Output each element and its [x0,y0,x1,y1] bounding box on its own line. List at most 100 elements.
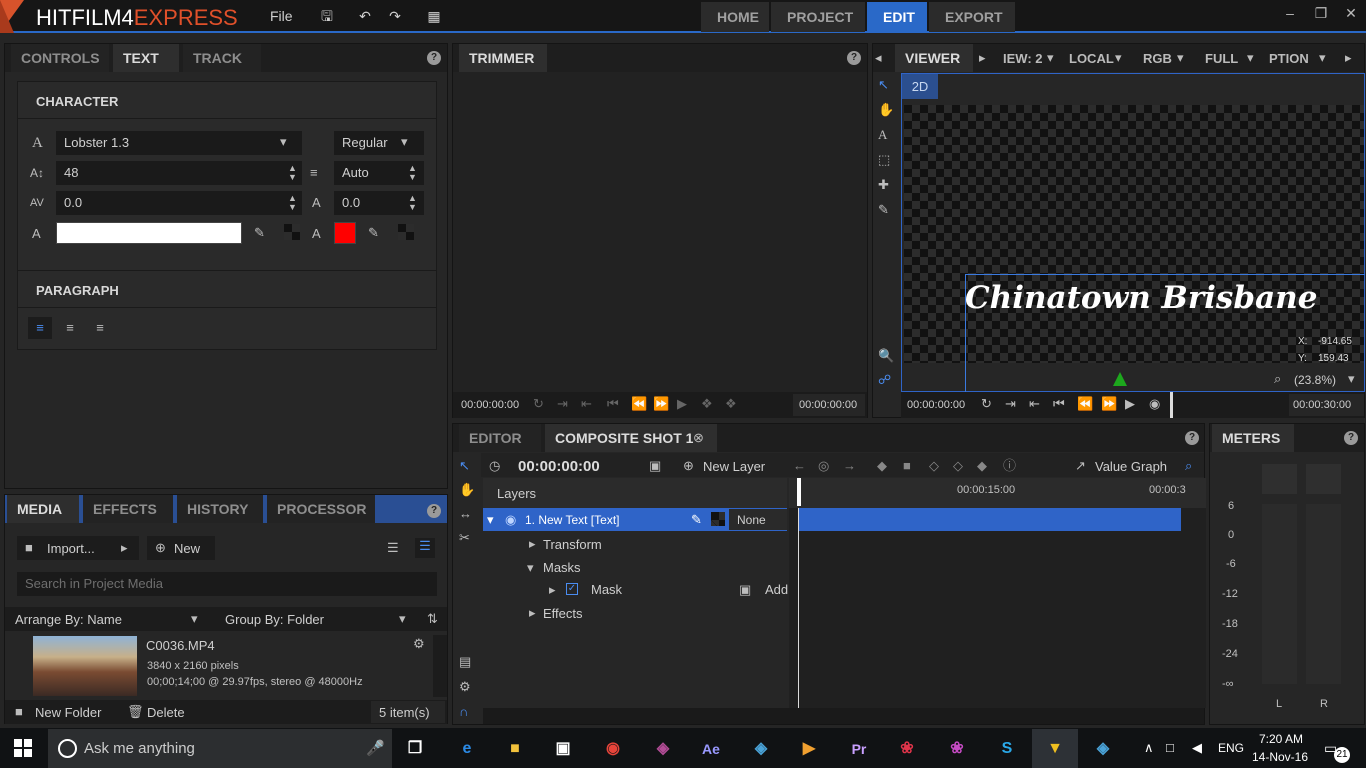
tab-editor[interactable]: EDITOR [459,424,541,452]
blend-mode-select[interactable]: None [737,513,766,527]
app-icon[interactable]: ◈ [1086,732,1120,766]
group-by-select[interactable]: Group By: Folder [225,612,324,627]
file-explorer-icon[interactable]: ■ [498,732,532,766]
film-icon[interactable]: ▤ [459,654,471,670]
gear-icon[interactable]: ⚙ [413,636,425,652]
editor-timecode[interactable]: 00:00:00:00 [518,458,600,475]
go-start-icon[interactable]: ⏮ [607,396,619,412]
mask-add-button[interactable]: Add [765,582,788,597]
effects-row[interactable]: Effects [543,606,583,621]
new-folder-button[interactable]: New Folder [35,705,101,720]
close-tab-icon[interactable]: ⊗ [693,430,704,446]
help-icon[interactable]: ? [847,51,861,65]
layer-clip[interactable] [799,508,1181,531]
grid-icon[interactable]: ▦ [427,9,441,23]
help-icon[interactable]: ? [427,504,441,518]
tab-edit[interactable]: EDIT [867,2,927,32]
viewport[interactable]: 2D Chinatown Brisbane X: -914.65 Y: 159.… [901,73,1365,394]
mask-options-icon[interactable]: ▣ [739,582,751,598]
anchor-arrow-icon[interactable] [1113,372,1127,386]
align-left-icon[interactable]: ≡ [28,317,52,339]
tab-trimmer[interactable]: TRIMMER [459,44,547,72]
stepper-icon[interactable]: ▲ ▼ [408,164,417,182]
microphone-icon[interactable]: 🎤 [366,739,385,757]
hold-key-icon[interactable]: ■ [903,458,911,474]
zoom-tool-icon[interactable]: 🔍 [878,348,894,364]
network-icon[interactable]: □ [1166,740,1174,755]
tray-chevron-icon[interactable]: ∧ [1144,740,1154,756]
tab-meters[interactable]: METERS [1212,424,1294,452]
clock-time[interactable]: 7:20 AM [1259,732,1303,746]
zoom-icon[interactable]: ⌕ [1274,371,1281,387]
search-input[interactable]: Search in Project Media [17,572,437,596]
next-key-icon[interactable]: → [843,458,856,474]
premiere-icon[interactable]: Pr [842,732,876,766]
arrange-by-select[interactable]: Arrange By: Name [15,612,122,627]
snap-icon[interactable]: ∩ [459,704,468,720]
next-frame-icon[interactable]: ⏩ [653,396,669,412]
eyedropper-icon[interactable]: ✎ [254,225,265,241]
mask-row[interactable]: Mask [591,582,622,597]
edge-icon[interactable]: e [450,732,484,766]
channel-select[interactable]: RGB [1143,51,1172,66]
tab-history[interactable]: HISTORY [177,495,263,523]
undo-icon[interactable]: ↶ [358,9,372,23]
tracking-field[interactable]: 0.0 [56,191,302,215]
app-icon[interactable]: ❀ [940,732,974,766]
playhead[interactable] [797,478,801,506]
media-thumbnail[interactable] [33,636,137,696]
loop-icon[interactable]: ↻ [533,396,544,412]
chevron-right-icon[interactable]: ▸ [529,536,536,552]
stepper-icon[interactable]: ▲ ▼ [288,194,297,212]
hand-tool-icon[interactable]: ✋ [459,482,475,498]
insert-icon[interactable]: ⇥ [557,396,568,412]
info-icon[interactable]: ⓘ [1003,458,1016,474]
eye-icon[interactable]: ◉ [505,512,516,528]
detail-view-icon[interactable]: ☰ [415,538,435,558]
bezier-key-icon[interactable]: ◇ [953,458,963,474]
masks-row[interactable]: Masks [543,560,581,575]
delete-button[interactable]: Delete [147,705,185,720]
gear-icon[interactable]: ⚙ [459,679,471,695]
loop-icon[interactable]: ↻ [981,396,992,412]
skype-icon[interactable]: S [990,732,1024,766]
chevron-down-icon[interactable]: ▾ [527,560,534,576]
scrollbar[interactable] [433,635,447,697]
chevron-right-icon[interactable]: ▸ [1345,50,1352,66]
go-start-icon[interactable]: ⏮ [1053,396,1065,412]
windows-start-icon[interactable] [14,739,32,757]
hitfilm-icon[interactable]: ▼ [1038,732,1072,766]
mark-out-icon[interactable]: ❖ [725,396,737,412]
expand-icon[interactable]: ▾ [487,512,494,528]
after-effects-icon[interactable]: Ae [694,732,728,766]
space-select[interactable]: LOCAL [1069,51,1114,66]
next-frame-icon[interactable]: ⏩ [1101,396,1117,412]
tab-effects[interactable]: EFFECTS [83,495,173,523]
eyedropper-icon[interactable]: ✎ [368,225,379,241]
add-key-icon[interactable]: ◎ [818,458,829,474]
store-icon[interactable]: ▣ [546,732,580,766]
linear-key-icon[interactable]: ◇ [929,458,939,474]
view-select[interactable]: IEW: 2 [1003,51,1043,66]
transform-row[interactable]: Transform [543,537,602,552]
tab-text[interactable]: TEXT [113,44,179,72]
viewer-playhead[interactable] [1170,392,1173,418]
stepper-icon[interactable]: ▲ ▼ [288,164,297,182]
tab-composite-shot[interactable]: COMPOSITE SHOT 1 [545,424,717,452]
options-select[interactable]: PTION [1269,51,1309,66]
chevron-left-icon[interactable]: ◂ [875,50,882,66]
import-button[interactable]: ■ Import... ▸ [17,536,139,560]
cortana-search[interactable]: Ask me anything 🎤 [48,729,392,768]
text-tool-icon[interactable]: A [878,127,887,143]
text-layer[interactable]: Chinatown Brisbane [965,280,1317,316]
tab-home[interactable]: HOME [701,2,769,32]
close-icon[interactable]: ✕ [1341,5,1361,25]
prev-key-icon[interactable]: ← [793,458,806,474]
tab-controls[interactable]: CONTROLS [11,44,109,72]
insert-icon[interactable]: ⇥ [1005,396,1016,412]
layer-name[interactable]: 1. New Text [Text] [525,513,619,527]
smooth-key-icon[interactable]: ◆ [977,458,987,474]
2d-mode-button[interactable]: 2D [902,74,938,99]
task-view-icon[interactable]: ❐ [398,732,432,766]
align-center-icon[interactable]: ≡ [58,317,82,339]
